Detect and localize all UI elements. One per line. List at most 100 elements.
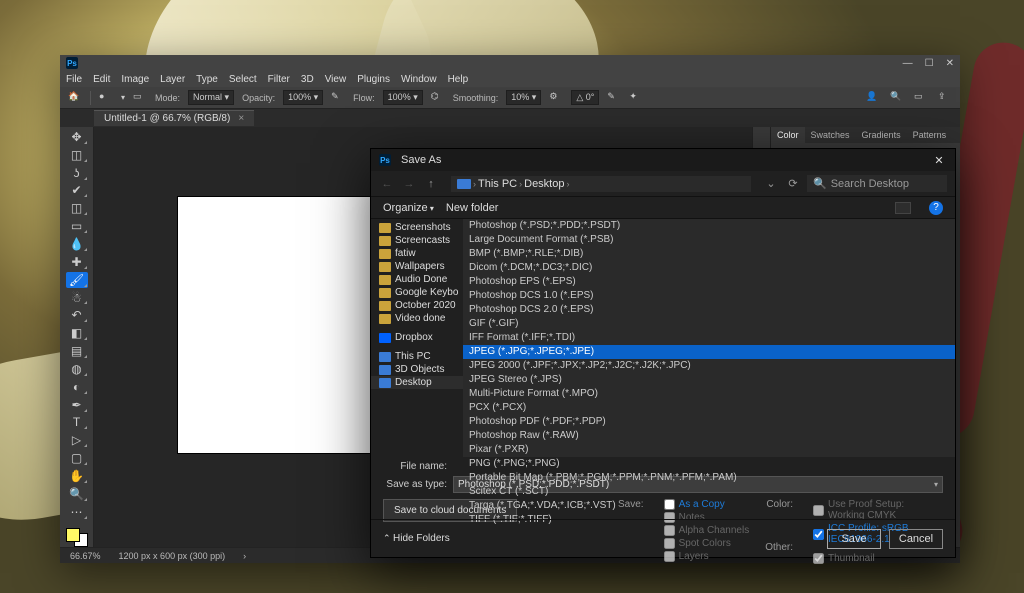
flow-input[interactable]: 100% ▾ [383, 90, 423, 105]
nav-up-icon[interactable]: ↑ [423, 176, 439, 192]
tree-item[interactable]: This PC [371, 350, 463, 363]
healing-tool[interactable]: ✚ [66, 254, 88, 270]
window-minimize-icon[interactable]: — [903, 58, 913, 69]
menu-window[interactable]: Window [401, 74, 437, 85]
window-maximize-icon[interactable]: ☐ [925, 58, 934, 69]
type-tool[interactable]: T [66, 415, 88, 431]
format-option[interactable]: Photoshop DCS 1.0 (*.EPS) [463, 289, 955, 303]
help-icon[interactable]: ? [929, 201, 943, 215]
airbrush-icon[interactable]: ⌬ [431, 91, 445, 105]
format-option[interactable]: GIF (*.GIF) [463, 317, 955, 331]
format-option[interactable]: Pixar (*.PXR) [463, 443, 955, 457]
organize-menu[interactable]: Organize [383, 202, 434, 214]
panel-tab-gradients[interactable]: Gradients [856, 127, 907, 143]
tree-item[interactable]: Audio Done [371, 273, 463, 286]
move-tool[interactable]: ✥ [66, 129, 88, 145]
tree-item[interactable]: 3D Objects [371, 363, 463, 376]
format-option[interactable]: Photoshop Raw (*.RAW) [463, 429, 955, 443]
format-option[interactable]: Photoshop PDF (*.PDF;*.PDP) [463, 415, 955, 429]
smoothing-options-icon[interactable]: ⚙ [549, 91, 563, 105]
format-option[interactable]: IFF Format (*.IFF;*.TDI) [463, 331, 955, 345]
format-option[interactable]: Scitex CT (*.SCT) [463, 485, 955, 499]
symmetry-icon[interactable]: ✦ [629, 91, 643, 105]
crop-tool[interactable]: ◫ [66, 200, 88, 216]
hand-tool[interactable]: ✋ [66, 468, 88, 484]
lasso-tool[interactable]: ʖ [66, 165, 88, 181]
rectangle-tool[interactable]: ▢ [66, 450, 88, 466]
format-option[interactable]: JPEG Stereo (*.JPS) [463, 373, 955, 387]
marquee-tool[interactable]: ◫ [66, 147, 88, 163]
tree-item[interactable]: Desktop [371, 376, 463, 389]
smoothing-input[interactable]: 10% ▾ [506, 90, 541, 105]
search-icon[interactable]: 🔍 [890, 91, 904, 105]
tree-item[interactable]: October 2020 [371, 299, 463, 312]
format-option[interactable]: BMP (*.BMP;*.RLE;*.DIB) [463, 247, 955, 261]
eyedropper-tool[interactable]: 💧 [66, 236, 88, 252]
history-brush-tool[interactable]: ↶ [66, 307, 88, 323]
tree-item[interactable]: fatiw [371, 247, 463, 260]
hide-folders-toggle[interactable]: Hide Folders [383, 533, 450, 544]
format-dropdown-list[interactable]: Photoshop (*.PSD;*.PDD;*.PSDT)Large Docu… [463, 219, 955, 457]
format-option[interactable]: JPEG (*.JPG;*.JPEG;*.JPE) [463, 345, 955, 359]
refresh-icon[interactable]: ⟳ [785, 176, 801, 192]
breadcrumb-segment[interactable]: Desktop [524, 178, 564, 190]
zoom-level[interactable]: 66.67% [70, 551, 101, 561]
pressure-opacity-icon[interactable]: ✎ [331, 91, 345, 105]
mode-select[interactable]: Normal ▾ [188, 90, 234, 105]
dialog-close-icon[interactable]: ✕ [931, 154, 947, 167]
gradient-tool[interactable]: ▤ [66, 343, 88, 359]
menu-plugins[interactable]: Plugins [357, 74, 390, 85]
nav-forward-icon[interactable]: → [401, 176, 417, 192]
workspace-icon[interactable]: ▭ [914, 91, 928, 105]
menu-file[interactable]: File [66, 74, 82, 85]
zoom-tool[interactable]: 🔍 [66, 486, 88, 502]
close-tab-icon[interactable]: × [238, 113, 244, 124]
menu-edit[interactable]: Edit [93, 74, 110, 85]
breadcrumb-dropdown-icon[interactable]: ⌄ [763, 176, 779, 192]
share-icon[interactable]: ⇪ [938, 91, 952, 105]
format-option[interactable]: Multi-Picture Format (*.MPO) [463, 387, 955, 401]
color-swatch-tool[interactable] [66, 528, 88, 547]
brush-tool[interactable]: 🖌 [66, 272, 88, 288]
new-folder-button[interactable]: New folder [446, 202, 499, 214]
menu-view[interactable]: View [325, 74, 347, 85]
home-icon[interactable]: 🏠 [68, 91, 82, 105]
cloud-sync-icon[interactable]: 👤 [866, 91, 880, 105]
format-option[interactable]: JPEG 2000 (*.JPF;*.JPX;*.JP2;*.J2C;*.J2K… [463, 359, 955, 373]
edit-toolbar[interactable]: ⋯ [66, 504, 88, 520]
window-close-icon[interactable]: ✕ [946, 58, 954, 69]
nav-back-icon[interactable]: ← [379, 176, 395, 192]
eraser-tool[interactable]: ◧ [66, 325, 88, 341]
tree-item[interactable]: Dropbox [371, 331, 463, 344]
dodge-tool[interactable]: ◐ [66, 379, 88, 395]
format-option[interactable]: Photoshop DCS 2.0 (*.EPS) [463, 303, 955, 317]
menu-3d[interactable]: 3D [301, 74, 314, 85]
breadcrumb[interactable]: › This PC › Desktop › [451, 176, 751, 192]
search-input[interactable]: 🔍 Search Desktop [807, 175, 947, 192]
menu-type[interactable]: Type [196, 74, 218, 85]
format-option[interactable]: Large Document Format (*.PSB) [463, 233, 955, 247]
menu-filter[interactable]: Filter [268, 74, 290, 85]
status-chevron-icon[interactable]: › [243, 551, 246, 561]
object-select-tool[interactable]: ✔ [66, 183, 88, 199]
tree-item[interactable]: Google Keybo [371, 286, 463, 299]
document-tab[interactable]: Untitled-1 @ 66.7% (RGB/8)× [94, 110, 254, 126]
canvas[interactable] [178, 197, 378, 453]
tree-item[interactable]: Video done [371, 312, 463, 325]
blur-tool[interactable]: ◍ [66, 361, 88, 377]
save-button[interactable]: Save [827, 529, 881, 549]
tree-item[interactable]: Wallpapers [371, 260, 463, 273]
pressure-size-icon[interactable]: ✎ [607, 91, 621, 105]
format-option[interactable]: PNG (*.PNG;*.PNG) [463, 457, 955, 471]
menu-help[interactable]: Help [448, 74, 469, 85]
tree-item[interactable]: Screenshots [371, 221, 463, 234]
format-option[interactable]: Targa (*.TGA;*.VDA;*.ICB;*.VST) [463, 499, 955, 513]
opacity-input[interactable]: 100% ▾ [283, 90, 323, 105]
frame-tool[interactable]: ▭ [66, 218, 88, 234]
format-option[interactable]: Dicom (*.DCM;*.DC3;*.DIC) [463, 261, 955, 275]
panel-tab-patterns[interactable]: Patterns [907, 127, 953, 143]
angle-input[interactable]: △ 0° [571, 90, 599, 105]
panel-tab-swatches[interactable]: Swatches [805, 127, 856, 143]
format-option[interactable]: Photoshop EPS (*.EPS) [463, 275, 955, 289]
stamp-tool[interactable]: ☃ [66, 290, 88, 306]
